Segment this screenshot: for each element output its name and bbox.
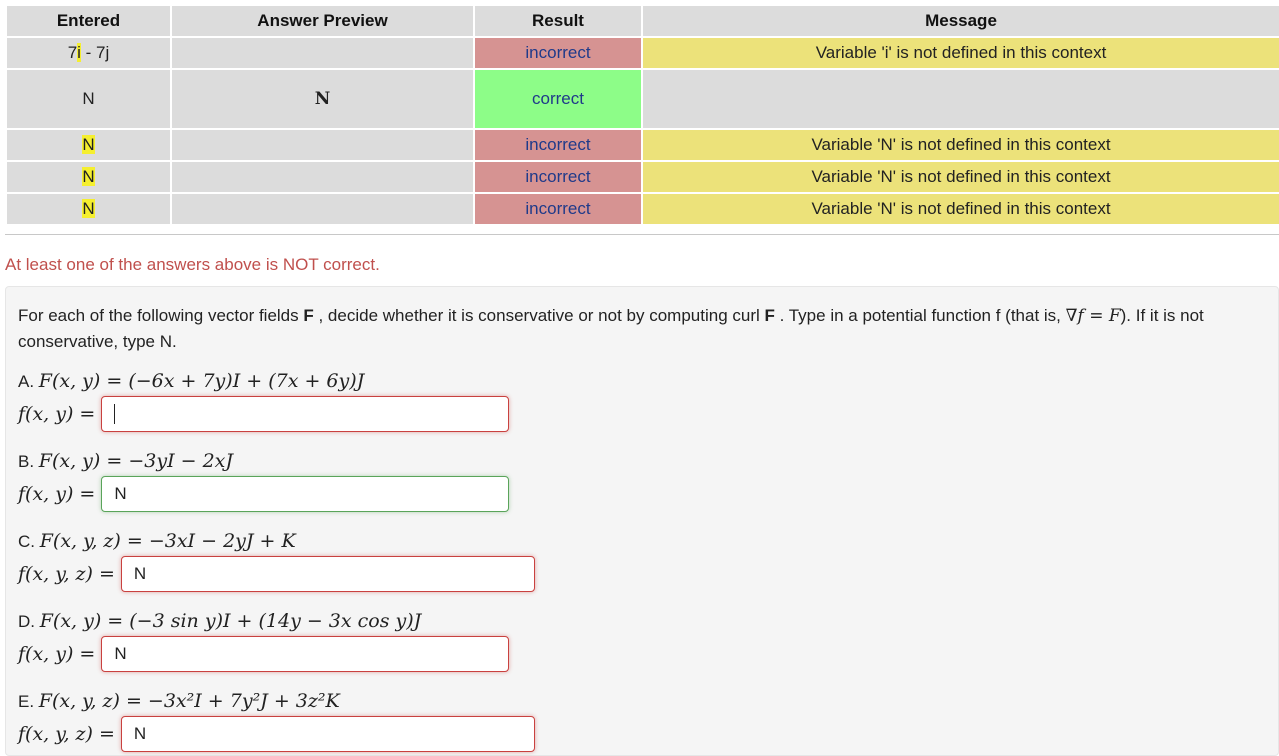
entered-text: 7 (67, 43, 78, 62)
message-cell (641, 68, 1279, 130)
part-letter: A. (18, 372, 39, 391)
part-c: C. F(x, y, z) = −3xI − 2yJ + K f(x, y, z… (18, 529, 535, 593)
entered-cell: N (5, 160, 172, 194)
result-cell: correct (473, 68, 643, 130)
preview-cell (170, 160, 475, 194)
result-cell: incorrect (473, 36, 643, 70)
potential-function-label: f(x, y, z) = (18, 563, 121, 585)
equals-sign: = (79, 483, 96, 505)
result-cell: incorrect (473, 128, 643, 162)
answer-value: N (133, 564, 147, 583)
answer-value: N (114, 484, 127, 503)
table-row: N incorrect Variable 'N' is not defined … (5, 192, 1279, 226)
vector-field-formula: F(x, y) = (−6x + 7y)I + (7x + 6y)J (38, 370, 365, 392)
part-a-label: A. F(x, y) = (−6x + 7y)I + (7x + 6y)J (18, 369, 509, 393)
answer-value: N (114, 644, 127, 663)
potential-function-label: f(x, y) = (18, 643, 101, 665)
result-cell: incorrect (473, 192, 643, 226)
header-entered: Entered (5, 4, 172, 38)
incorrect-warning: At least one of the answers above is NOT… (5, 255, 380, 274)
equals-sign: = (79, 643, 96, 665)
part-b: B. F(x, y) = −3yI − 2xJ f(x, y) = N (18, 449, 510, 513)
potential-function-label: f(x, y, z) = (18, 723, 121, 745)
entered-error-highlight: N (82, 199, 95, 218)
preview-cell (170, 36, 475, 70)
message-cell: Variable 'N' is not defined in this cont… (641, 160, 1279, 194)
preview-cell: N (170, 68, 475, 130)
answer-input-d[interactable]: N (101, 636, 510, 672)
potential-function-label: f(x, y) = (18, 403, 101, 425)
entered-text: - 7j (80, 43, 110, 62)
header-message: Message (641, 4, 1279, 38)
equals-sign: = (98, 563, 115, 585)
part-d-label: D. F(x, y) = (−3 sin y)I + (14y − 3x cos… (18, 609, 509, 633)
entered-error-highlight: N (82, 135, 95, 154)
part-b-label: B. F(x, y) = −3yI − 2xJ (18, 449, 509, 473)
entered-cell: 7i - 7j (5, 36, 172, 70)
fx-text: f(x, y) (18, 403, 74, 425)
part-letter: D. (18, 612, 40, 631)
header-result: Result (473, 4, 643, 38)
instruction-text: , decide whether it is conservative or n… (313, 306, 765, 325)
table-row: N incorrect Variable 'N' is not defined … (5, 128, 1279, 162)
equals-sign: = (79, 403, 96, 425)
results-table: Entered Answer Preview Result Message 7i… (5, 4, 1279, 226)
preview-cell (170, 192, 475, 226)
part-letter: B. (18, 452, 39, 471)
answer-input-a[interactable] (101, 396, 510, 432)
instruction-bold: F (303, 306, 314, 325)
vector-field-formula: F(x, y, z) = −3xI − 2yJ + K (39, 530, 296, 552)
message-cell: Variable 'N' is not defined in this cont… (641, 192, 1279, 226)
table-divider (5, 234, 1279, 235)
part-d: D. F(x, y) = (−3 sin y)I + (14y − 3x cos… (18, 609, 510, 673)
table-row: 7i - 7j incorrect Variable 'i' is not de… (5, 36, 1279, 70)
message-cell: Variable 'i' is not defined in this cont… (641, 36, 1279, 70)
vector-field-formula: F(x, y) = (−3 sin y)I + (14y − 3x cos y)… (39, 610, 422, 632)
gradient-formula: ∇f = F (1065, 306, 1121, 326)
entered-cell: N (5, 192, 172, 226)
entered-cell: N (5, 128, 172, 162)
entered-cell: N (5, 68, 172, 130)
part-e-label: E. F(x, y, z) = −3x²I + 7y²J + 3z²K (18, 689, 535, 713)
fx-text: f(x, y) (18, 483, 74, 505)
instruction-text: . Type in a potential function f (that i… (774, 306, 1066, 325)
message-cell: Variable 'N' is not defined in this cont… (641, 128, 1279, 162)
answer-input-e[interactable]: N (120, 716, 535, 752)
part-letter: C. (18, 532, 40, 551)
equals-sign: = (98, 723, 115, 745)
instruction-bold: F (764, 306, 775, 325)
answer-value: N (133, 724, 147, 743)
fx-text: f(x, y) (18, 643, 74, 665)
entered-error-highlight: N (82, 167, 95, 186)
preview-cell (170, 128, 475, 162)
fx-text: f(x, y, z) (18, 563, 93, 585)
table-row: N N correct (5, 68, 1279, 130)
answer-input-b[interactable]: N (101, 476, 510, 512)
problem-panel: For each of the following vector fields … (5, 286, 1279, 756)
vector-field-formula: F(x, y, z) = −3x²I + 7y²J + 3z²K (38, 690, 340, 712)
part-a: A. F(x, y) = (−6x + 7y)I + (7x + 6y)J f(… (18, 369, 510, 433)
result-cell: incorrect (473, 160, 643, 194)
problem-instructions: For each of the following vector fields … (18, 303, 1266, 354)
vector-field-formula: F(x, y) = −3yI − 2xJ (38, 450, 233, 472)
potential-function-label: f(x, y) = (18, 483, 101, 505)
header-answer-preview: Answer Preview (170, 4, 475, 38)
entered-text: N (82, 89, 95, 108)
text-cursor (114, 404, 116, 424)
table-row: N incorrect Variable 'N' is not defined … (5, 160, 1279, 194)
part-letter: E. (18, 692, 39, 711)
answer-input-c[interactable]: N (120, 556, 535, 592)
part-e: E. F(x, y, z) = −3x²I + 7y²J + 3z²K f(x,… (18, 689, 535, 753)
part-c-label: C. F(x, y, z) = −3xI − 2yJ + K (18, 529, 535, 553)
instruction-text: For each of the following vector fields (18, 306, 304, 325)
fx-text: f(x, y, z) (18, 723, 93, 745)
